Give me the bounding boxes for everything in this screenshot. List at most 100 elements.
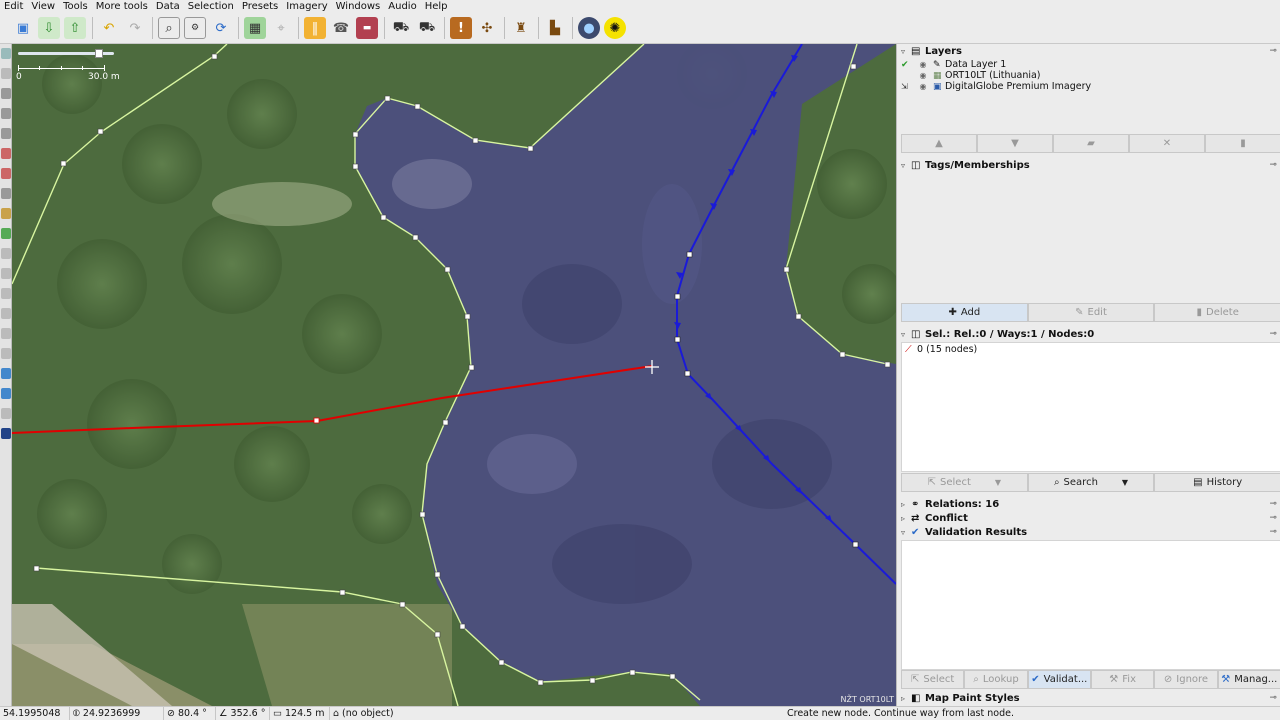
- ortho-tool-icon[interactable]: [1, 268, 11, 279]
- pin-icon[interactable]: ⊸: [1269, 693, 1277, 703]
- map-canvas[interactable]: [12, 44, 896, 706]
- pin-icon[interactable]: ⊸: [1269, 46, 1277, 56]
- layer-row[interactable]: ✔ ◉ ✎ Data Layer 1: [901, 59, 1280, 70]
- pin-icon[interactable]: ⊸: [1269, 513, 1277, 523]
- zoom-icon[interactable]: ⌕: [158, 17, 180, 39]
- menu-presets[interactable]: Presets: [238, 0, 282, 13]
- visible-eye-icon[interactable]: ◉: [913, 60, 933, 69]
- layer-settings-button[interactable]: ✕: [1129, 134, 1205, 153]
- menu-audio[interactable]: Audio: [384, 0, 420, 13]
- mirror-tool-icon[interactable]: [1, 288, 11, 299]
- open-icon[interactable]: ▣: [12, 17, 34, 39]
- menu-imagery[interactable]: Imagery: [282, 0, 331, 13]
- tags-panel-header[interactable]: ▿ ◫ Tags/Memberships ⊸: [901, 158, 1280, 172]
- redo-icon[interactable]: ↷: [124, 17, 146, 39]
- unglue-tool-icon[interactable]: [1, 348, 11, 359]
- circle-tool-icon[interactable]: [1, 228, 11, 239]
- move-up-button[interactable]: ▲: [901, 134, 977, 153]
- undo-icon[interactable]: ↶: [98, 17, 120, 39]
- zoom-tool-icon[interactable]: [1, 108, 11, 119]
- preferences-icon[interactable]: ⚙: [184, 17, 206, 39]
- collapse-icon[interactable]: ▿: [901, 528, 911, 537]
- help-tool-icon[interactable]: [1, 428, 11, 439]
- pin-icon[interactable]: ⊸: [1269, 160, 1277, 170]
- expand-icon[interactable]: ▹: [901, 694, 911, 703]
- pin-icon[interactable]: ⊸: [1269, 499, 1277, 509]
- validation-panel-header[interactable]: ▿ ✔ Validation Results ⊸: [901, 525, 1280, 539]
- parking-icon[interactable]: ▬: [356, 17, 378, 39]
- image-icon[interactable]: ▦: [244, 17, 266, 39]
- validate-button[interactable]: ✔ Validat...: [1027, 670, 1091, 689]
- lasso-tool-icon[interactable]: [1, 68, 11, 79]
- scale-tool-icon[interactable]: [1, 408, 11, 419]
- search-button[interactable]: ⌕ Search ▼: [1027, 473, 1155, 492]
- car-2-icon[interactable]: ⛟: [416, 17, 438, 39]
- collapse-icon[interactable]: ▿: [901, 161, 911, 170]
- delete-tag-button[interactable]: ▮ Delete: [1154, 303, 1280, 322]
- craft-icon[interactable]: ♜: [510, 17, 532, 39]
- menu-view[interactable]: View: [27, 0, 59, 13]
- visible-eye-icon[interactable]: ◉: [913, 82, 933, 91]
- selection-panel-header[interactable]: ▿ ◫ Sel.: Rel.:0 / Ways:1 / Nodes:0 ⊸: [901, 327, 1280, 341]
- relations-panel-header[interactable]: ▹ ⚭ Relations: 16 ⊸: [901, 497, 1280, 511]
- move-down-button[interactable]: ▼: [977, 134, 1053, 153]
- mappaint-panel-header[interactable]: ▹ ◧ Map Paint Styles ⊸: [901, 691, 1280, 705]
- split-tool-icon[interactable]: [1, 168, 11, 179]
- highway-icon[interactable]: ‖: [304, 17, 326, 39]
- restaurant-icon[interactable]: ✣: [476, 17, 498, 39]
- merge-tool-icon[interactable]: [1, 328, 11, 339]
- upload-icon[interactable]: ⇧: [64, 17, 86, 39]
- select-button[interactable]: ⇱ Select ▼: [901, 473, 1028, 492]
- drag-handle-icon[interactable]: ⇲: [901, 82, 913, 91]
- mapillary-icon[interactable]: ●: [578, 17, 600, 39]
- layers-panel-header[interactable]: ▿ ▤ Layers ⊸: [901, 44, 1280, 58]
- align-tool-icon[interactable]: [1, 248, 11, 259]
- visible-eye-icon[interactable]: ◉: [913, 71, 933, 80]
- chart-icon[interactable]: ▙: [544, 17, 566, 39]
- pin-icon[interactable]: ⊸: [1269, 527, 1277, 537]
- edit-tag-button[interactable]: ✎ Edit: [1027, 303, 1155, 322]
- pin-icon[interactable]: ⊸: [1269, 329, 1277, 339]
- layer-row[interactable]: ◉ ▦ ORT10LT (Lithuania): [901, 70, 1280, 81]
- validation-select-button[interactable]: ⇱ Select: [901, 670, 965, 689]
- download-icon[interactable]: ⇩: [38, 17, 60, 39]
- expand-icon[interactable]: ▹: [901, 514, 911, 523]
- rotate-tool-icon[interactable]: [1, 388, 11, 399]
- info-icon[interactable]: !: [450, 17, 472, 39]
- similar-tool-icon[interactable]: [1, 208, 11, 219]
- conflict-panel-header[interactable]: ▹ ⇄ Conflict ⊸: [901, 511, 1280, 525]
- map-view[interactable]: 0 30.0 m NŽT ORT10LT: [12, 44, 896, 706]
- reverse-tool-icon[interactable]: [1, 308, 11, 319]
- sun-icon[interactable]: ✺: [604, 17, 626, 39]
- merge-layer-button[interactable]: ▰: [1053, 134, 1129, 153]
- refresh-icon[interactable]: ⟳: [210, 17, 232, 39]
- zoom-slider-knob[interactable]: [95, 49, 103, 58]
- ignore-button[interactable]: ⊘ Ignore: [1154, 670, 1218, 689]
- select-tool-icon[interactable]: [1, 48, 11, 59]
- menu-windows[interactable]: Windows: [332, 0, 385, 13]
- manage-button[interactable]: ⚒ Manag...: [1217, 670, 1280, 689]
- car-icon[interactable]: ⛟: [390, 17, 412, 39]
- menu-tools[interactable]: Tools: [59, 0, 92, 13]
- add-tag-button[interactable]: ✚ Add: [901, 303, 1028, 322]
- expand-icon[interactable]: ▹: [901, 500, 911, 509]
- draw-tool-icon[interactable]: [1, 88, 11, 99]
- delete-layer-button[interactable]: ▮: [1205, 134, 1280, 153]
- list-item[interactable]: ⟋ 0 (15 nodes): [902, 343, 1280, 356]
- lookup-button[interactable]: ⌕ Lookup: [964, 670, 1028, 689]
- menu-selection[interactable]: Selection: [184, 0, 238, 13]
- zoom-layer-icon[interactable]: ⌖: [270, 17, 292, 39]
- fix-button[interactable]: ⚒ Fix: [1090, 670, 1155, 689]
- layer-row[interactable]: ⇲ ◉ ▣ DigitalGlobe Premium Imagery: [901, 81, 1280, 92]
- menu-data[interactable]: Data: [152, 0, 184, 13]
- way-tool-icon[interactable]: [1, 148, 11, 159]
- menu-more-tools[interactable]: More tools: [92, 0, 152, 13]
- delete-tool-icon[interactable]: [1, 128, 11, 139]
- history-button[interactable]: ▤ History: [1154, 473, 1280, 492]
- combine-tool-icon[interactable]: [1, 188, 11, 199]
- menu-edit[interactable]: Edit: [0, 0, 27, 13]
- collapse-icon[interactable]: ▿: [901, 330, 911, 339]
- phone-icon[interactable]: ☎: [330, 17, 352, 39]
- collapse-icon[interactable]: ▿: [901, 47, 911, 56]
- node-tool-icon[interactable]: [1, 368, 11, 379]
